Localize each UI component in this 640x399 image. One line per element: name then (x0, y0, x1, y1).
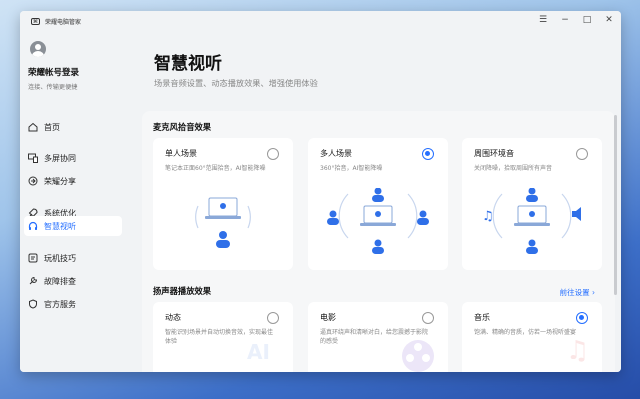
share-icon (28, 176, 38, 186)
app-brand: ⌘ 荣耀电脑管家 (31, 17, 81, 26)
app-title: 荣耀电脑管家 (45, 19, 82, 26)
single-person-illustration (195, 197, 251, 248)
honor-logo-icon: ⌘ (31, 18, 40, 25)
mic-card-multi[interactable]: 多人场景 360°拾音，AI智能降噪 (308, 138, 448, 270)
speaker-card-movie[interactable]: 电影 逼真环绕声和清晰对白，给您震撼于影院的感受 (308, 302, 448, 372)
sidebar-item-share[interactable]: 荣耀分享 (24, 171, 122, 191)
sidebar-item-multiscreen[interactable]: 多屏协同 (24, 148, 122, 168)
sidebar-item-troubleshoot[interactable]: 故障排查 (24, 271, 122, 291)
go-to-settings-link[interactable]: 前往设置 › (560, 287, 595, 298)
tips-icon (28, 253, 38, 263)
settings-panel: 麦克风拾音效果 单人场景 笔记本正面60°范围拾音，AI智能降噪 多人场景 36… (142, 111, 615, 372)
speaker-card-music[interactable]: ♫ 音乐 饱满、精确的音质，仿若一场视听盛宴 (462, 302, 602, 372)
service-icon (28, 299, 38, 309)
scrollbar[interactable] (614, 115, 617, 295)
close-icon[interactable]: ✕ (603, 15, 615, 25)
home-icon (28, 122, 38, 132)
multi-person-illustration (327, 188, 429, 254)
headphones-icon (28, 221, 38, 231)
page-subtitle: 场景音频设置、动态播放效果、增强使用体验 (154, 78, 318, 88)
sidebar-item-home[interactable]: 首页 (24, 117, 122, 137)
music-note-watermark-icon: ♫ (566, 336, 590, 366)
sidebar: ⌘ 荣耀电脑管家 荣耀帐号登录 连接、传输更便捷 首页 多屏协同 荣耀分享 系统… (20, 11, 126, 372)
sidebar-item-smart-audio[interactable]: 智慧视听 (24, 216, 122, 236)
ambient-sound-illustration: ♫ (482, 188, 581, 254)
sidebar-item-tips[interactable]: 玩机技巧 (24, 248, 122, 268)
speaker-section-title: 扬声器播放效果 (153, 286, 212, 296)
window-controls: ☰ − □ ✕ (537, 15, 615, 25)
main-content: ☰ − □ ✕ 智慧视听 场景音频设置、动态播放效果、增强使用体验 麦克风拾音效… (126, 11, 621, 372)
troubleshoot-icon (28, 276, 38, 286)
account-subtitle: 连接、传输更便捷 (28, 84, 78, 91)
sidebar-item-service[interactable]: 官方服务 (24, 294, 122, 314)
mic-card-ambient[interactable]: 周围环境音 关闭降噪，拾取周围所有声音 ♫ (462, 138, 602, 270)
maximize-icon[interactable]: □ (581, 15, 593, 25)
speaker-movie-radio[interactable] (422, 312, 434, 324)
speaker-music-radio[interactable] (576, 312, 588, 324)
mic-multi-radio[interactable] (422, 148, 434, 160)
page-title: 智慧视听 (154, 54, 222, 74)
menu-icon[interactable]: ☰ (537, 15, 549, 25)
mic-single-radio[interactable] (267, 148, 279, 160)
svg-text:♫: ♫ (482, 209, 494, 224)
mic-ambient-radio[interactable] (576, 148, 588, 160)
minimize-icon[interactable]: − (559, 15, 571, 25)
mic-section-title: 麦克风拾音效果 (153, 122, 212, 132)
avatar[interactable] (30, 41, 46, 57)
account-login-name[interactable]: 荣耀帐号登录 (28, 66, 79, 78)
mic-card-single[interactable]: 单人场景 笔记本正面60°范围拾音，AI智能降噪 (153, 138, 293, 270)
speaker-dynamic-radio[interactable] (267, 312, 279, 324)
app-window: ⌘ 荣耀电脑管家 荣耀帐号登录 连接、传输更便捷 首页 多屏协同 荣耀分享 系统… (20, 11, 621, 372)
multiscreen-icon (28, 153, 38, 163)
speaker-card-dynamic[interactable]: AI 动态 智能识别场景并自动切换音效，实现最佳体验 (153, 302, 293, 372)
